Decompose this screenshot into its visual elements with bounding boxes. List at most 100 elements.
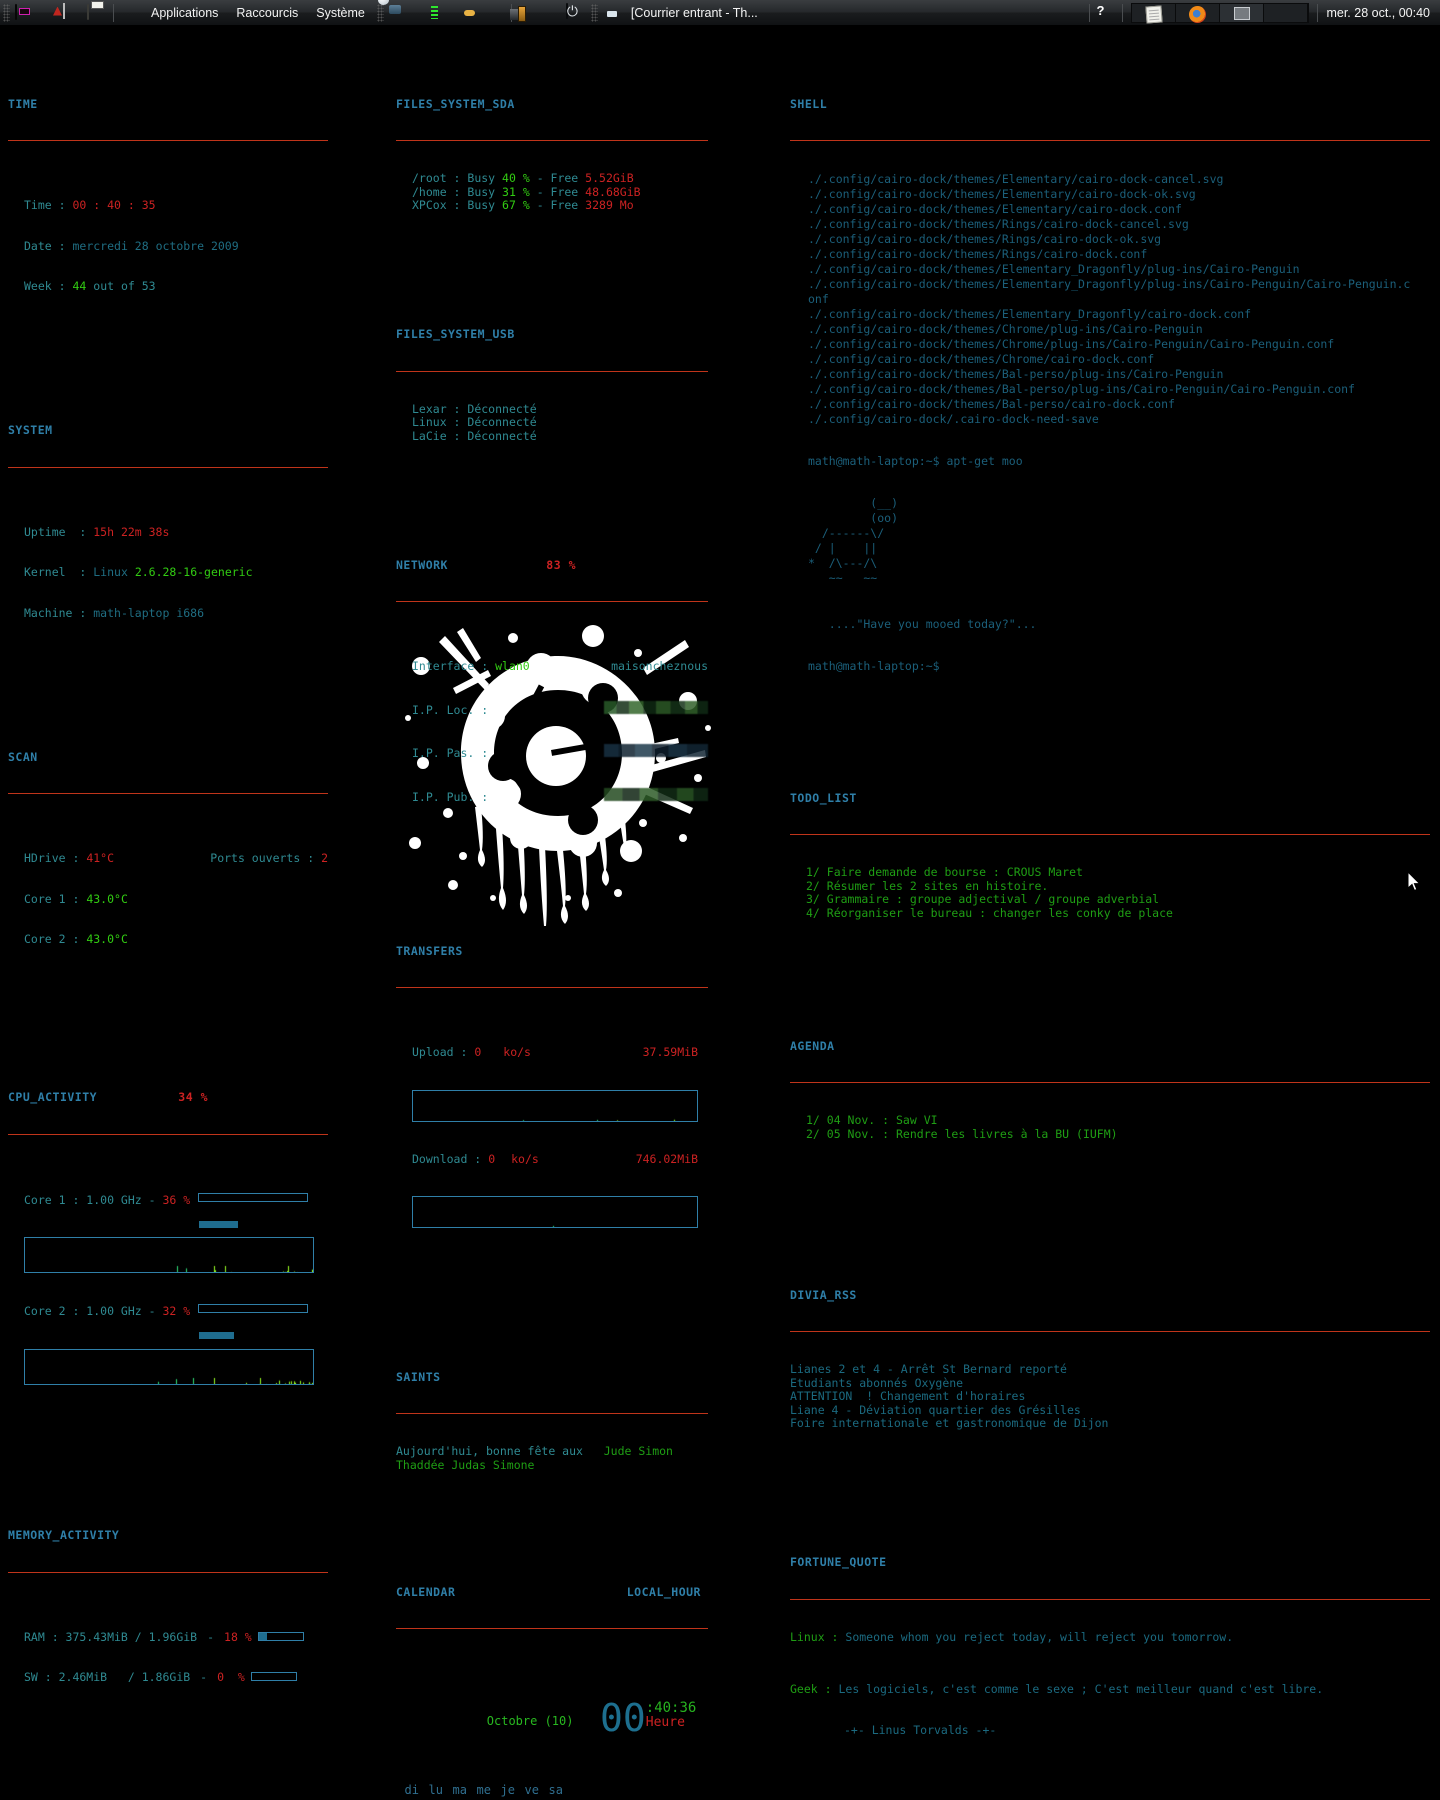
calendar-day [420, 1799, 444, 1800]
workspace-page-2[interactable] [1264, 4, 1308, 22]
shell-line: ./.config/cairo-dock/themes/Elementary_D… [808, 277, 1415, 307]
machine-label: Machine : [24, 607, 86, 621]
terminal-icon[interactable] [15, 3, 35, 23]
fs-sda-block: FILES_SYSTEM_SDA /root : Busy 40 % - Fre… [396, 71, 708, 240]
battery-power-icon[interactable] [518, 3, 538, 23]
panel-clock[interactable]: mer. 28 oct., 00:40 [1322, 6, 1440, 20]
usb-device-status: Déconnecté [467, 403, 536, 417]
fs-busy-label: Busy [467, 199, 495, 213]
transfers-rule [396, 987, 708, 988]
mouse-cursor [1408, 872, 1422, 892]
fortune-geek-text: Les logiciels, c'est comme le sexe ; C'e… [838, 1683, 1323, 1697]
memory-title: MEMORY_ACTIVITY [8, 1529, 328, 1543]
cpu-core2-bar [198, 1304, 308, 1313]
fs-usb-row: LaCie : Déconnecté [412, 430, 708, 444]
panel-grip-2[interactable] [377, 4, 384, 22]
fs-sda-row: /root : Busy 40 % - Free 5.52GiB [412, 172, 708, 186]
panel-grip-3[interactable] [591, 4, 598, 22]
week-suffix: out of 53 [93, 280, 155, 294]
fs-mount: XPCox : [412, 199, 460, 213]
taskbar-item-documents[interactable] [1132, 4, 1176, 22]
cpu-total-percent: 34 % [178, 1091, 208, 1105]
workspace-page-active[interactable] [1220, 4, 1264, 22]
calendar-table: dilumamejevesa12345678910111213141516171… [396, 1782, 564, 1800]
volume-speaker-icon[interactable] [485, 3, 505, 23]
fortune-geek-row: Geek : Les logiciels, c'est comme le sex… [790, 1683, 1430, 1697]
hour-rest: :40:36 [646, 1702, 697, 1716]
fs-sda-title: FILES_SYSTEM_SDA [396, 98, 708, 112]
apps-star-icon[interactable] [120, 3, 140, 23]
fs-free-label: - Free [537, 199, 579, 213]
fs-busy-value: 67 % [502, 199, 530, 213]
pidgin-icon[interactable] [461, 3, 481, 23]
usb-device-status: Déconnecté [467, 430, 536, 444]
calendar-day [468, 1799, 492, 1800]
pdf-reader-icon[interactable] [63, 3, 83, 23]
fs-free-value: 5.52GiB [585, 172, 633, 186]
panel-grip[interactable] [3, 4, 10, 22]
shell-line: ./.config/cairo-dock/themes/Elementary/c… [808, 172, 1415, 187]
todo-item: 2/ Résumer les 2 sites en histoire. [806, 880, 1430, 894]
panel-separator-3 [1089, 4, 1090, 22]
fortune-linux-row: Linux : Someone whom you reject today, w… [790, 1631, 1430, 1645]
workspace-switcher[interactable] [1131, 3, 1309, 23]
help-question-icon[interactable] [1096, 3, 1116, 23]
thunderbird-icon[interactable] [603, 3, 623, 23]
system-row-kernel: Kernel : Linux 2.6.28-16-generic [24, 566, 328, 580]
upload-row: Upload : 0 ko/s 37.59MiB [412, 1046, 698, 1060]
ip-pub-redacted [604, 788, 708, 801]
fs-sda-rule [396, 140, 708, 141]
saints-names-1: Jude Simon [604, 1444, 673, 1458]
menu-raccourcis[interactable]: Raccourcis [227, 4, 307, 22]
rss-item: Etudiants abonnés Oxygène [790, 1377, 1430, 1391]
fs-usb-rule [396, 371, 708, 372]
rss-rule [790, 1331, 1430, 1332]
system-block: SYSTEM Uptime : 15h 22m 38s Kernel : Lin… [8, 397, 328, 674]
shell-line: ./.config/cairo-dock/themes/Chrome/cairo… [808, 352, 1415, 367]
memory-block: MEMORY_ACTIVITY RAM : 375.43MiB / 1.96Gi… [8, 1502, 328, 1739]
shell-rule [790, 140, 1430, 141]
menu-systeme[interactable]: Système [307, 4, 374, 22]
calendar-day[interactable]: 2 [516, 1799, 540, 1800]
usb-device-status: Déconnecté [467, 416, 536, 430]
week-value: 44 [72, 280, 86, 294]
download-rate: 0 [488, 1153, 495, 1167]
window-list-item-thunderbird[interactable]: [Courrier entrant - Th... [631, 6, 758, 20]
calendar-day[interactable]: 1 [492, 1799, 516, 1800]
saints-prefix: Aujourd'hui, bonne fête aux [396, 1444, 583, 1458]
shell-line: ./.config/cairo-dock/themes/Chrome/plug-… [808, 322, 1415, 337]
printer-icon[interactable] [87, 3, 107, 23]
close-x-icon[interactable] [542, 3, 562, 23]
fs-usb-row: Lexar : Déconnecté [412, 403, 708, 417]
cpu-core1-label: Core 1 : 1.00 GHz - [24, 1194, 156, 1208]
calendar-dow-row: dilumamejevesa [396, 1782, 564, 1799]
fs-usb-block: FILES_SYSTEM_USB Lexar : DéconnectéLinux… [396, 301, 708, 470]
ports-label: Ports ouverts : [210, 852, 314, 866]
interface-label: Interface : [412, 660, 488, 674]
taskbar-item-firefox[interactable] [1176, 4, 1220, 22]
time-block: TIME Time : 00 : 40 : 35 Date : mercredi… [8, 71, 328, 348]
power-button-icon[interactable] [566, 3, 586, 23]
menu-applications[interactable]: Applications [142, 4, 227, 22]
bluetooth-icon[interactable] [413, 3, 433, 23]
upload-unit: ko/s [503, 1046, 531, 1060]
network-manager-icon[interactable] [437, 3, 457, 23]
scan-row-core1: Core 1 : 43.0°C [24, 893, 328, 907]
hour-word: Heure [646, 1716, 697, 1730]
saints-title: SAINTS [396, 1371, 708, 1385]
calendar-dow: me [468, 1782, 492, 1799]
ip-pub-label: I.P. Pub. : [412, 791, 488, 805]
cpu-core2-label: Core 2 : 1.00 GHz - [24, 1305, 156, 1319]
shell-line: ./.config/cairo-dock/themes/Rings/cairo-… [808, 247, 1415, 262]
todo-block: TODO_LIST 1/ Faire demande de bourse : C… [790, 765, 1430, 948]
fs-free-value: 3289 Mo [585, 199, 633, 213]
time-label: Time : [24, 199, 66, 213]
chat-icon[interactable] [389, 3, 409, 23]
swap-label: SW : 2.46MiB / 1.86GiB [24, 1671, 190, 1685]
fs-sda-row: XPCox : Busy 67 % - Free 3289 Mo [412, 199, 708, 213]
agenda-title: AGENDA [790, 1040, 1430, 1054]
shell-line: ./.config/cairo-dock/themes/Rings/cairo-… [808, 217, 1415, 232]
download-unit: ko/s [511, 1153, 539, 1167]
calendar-day[interactable]: 3 [540, 1799, 564, 1800]
shell-line: ./.config/cairo-dock/themes/Elementary_D… [808, 307, 1415, 322]
